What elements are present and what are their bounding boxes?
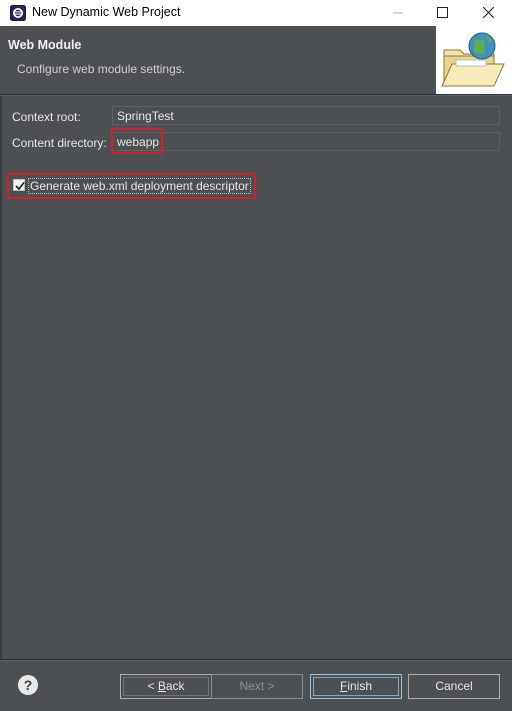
back-button[interactable]: < Back <box>120 674 212 699</box>
back-button-prefix: < <box>147 679 158 693</box>
finish-button[interactable]: Finish <box>310 674 402 699</box>
footer-divider-highlight <box>0 660 512 661</box>
context-root-label: Context root: <box>12 110 81 124</box>
page-title: Web Module <box>8 38 82 52</box>
content-directory-field[interactable]: webapp <box>112 132 500 151</box>
cancel-button[interactable]: Cancel <box>408 674 500 699</box>
left-window-edge <box>0 96 2 659</box>
close-button[interactable] <box>465 0 511 26</box>
help-icon[interactable]: ? <box>18 675 38 695</box>
context-root-field[interactable]: SpringTest <box>112 106 500 125</box>
next-button-label: Next > <box>239 679 275 693</box>
content-directory-label: Content directory: <box>12 136 107 150</box>
folder-globe-icon <box>436 26 512 94</box>
window-titlebar: New Dynamic Web Project <box>0 0 512 26</box>
wizard-header: Web Module Configure web module settings… <box>0 26 512 94</box>
back-button-mnemonic: B <box>157 679 166 693</box>
finish-button-rest: inish <box>347 679 373 693</box>
generate-descriptor-highlight <box>7 173 256 199</box>
maximize-button[interactable] <box>419 0 465 26</box>
minimize-button[interactable] <box>375 0 421 26</box>
window-title: New Dynamic Web Project <box>32 5 181 19</box>
back-button-rest: ack <box>165 679 185 693</box>
eclipse-icon <box>10 5 26 21</box>
header-divider-highlight <box>0 95 512 96</box>
cancel-button-label: Cancel <box>435 679 473 693</box>
next-button[interactable]: Next > <box>211 674 303 699</box>
content-directory-highlight <box>111 128 163 154</box>
page-description: Configure web module settings. <box>17 62 186 76</box>
